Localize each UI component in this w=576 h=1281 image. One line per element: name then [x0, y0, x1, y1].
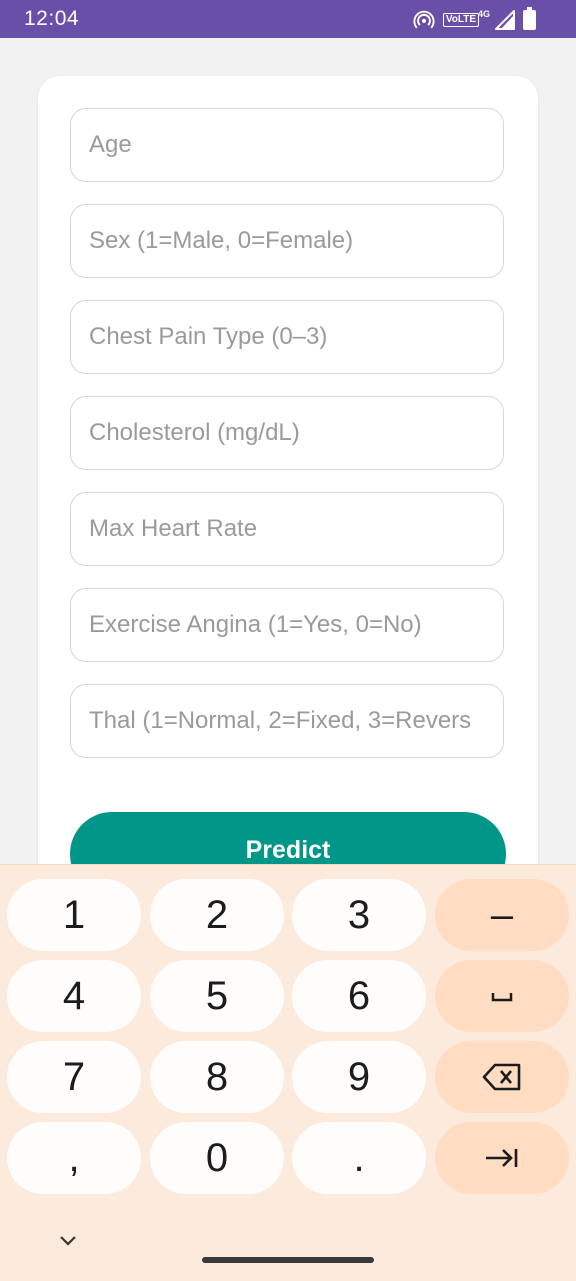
key-backspace[interactable] [435, 1041, 569, 1113]
key-1[interactable]: 1 [7, 879, 141, 951]
status-time: 12:04 [24, 7, 80, 30]
chest-pain-type-input[interactable] [71, 301, 503, 373]
key-2[interactable]: 2 [150, 879, 284, 951]
key-0[interactable]: 0 [150, 1122, 284, 1194]
sex-field[interactable] [70, 204, 504, 278]
key-period[interactable]: . [292, 1122, 426, 1194]
volte-badge: VoLTE 4G [442, 9, 490, 27]
space-icon [491, 993, 513, 1002]
key-5[interactable]: 5 [150, 960, 284, 1032]
exercise-angina-field[interactable] [70, 588, 504, 662]
key-9[interactable]: 9 [292, 1041, 426, 1113]
numeric-keyboard: 1 2 3 – 4 5 6 7 8 9 , 0 . [0, 864, 576, 1281]
key-space[interactable] [435, 960, 569, 1032]
volte-label: VoLTE [445, 14, 476, 25]
backspace-icon [482, 1063, 521, 1091]
key-comma[interactable]: , [7, 1122, 141, 1194]
thal-input[interactable] [71, 685, 503, 757]
exercise-angina-input[interactable] [71, 589, 503, 661]
max-heart-rate-field[interactable] [70, 492, 504, 566]
age-input[interactable] [71, 109, 503, 181]
cholesterol-field[interactable] [70, 396, 504, 470]
chevron-down-icon[interactable] [56, 1228, 80, 1252]
key-4[interactable]: 4 [7, 960, 141, 1032]
age-field[interactable] [70, 108, 504, 182]
network-type-label: 4G [477, 9, 490, 19]
status-bar: 12:04 VoLTE 4G [0, 0, 576, 38]
prediction-form-card: Predict [38, 76, 538, 916]
chest-pain-type-field[interactable] [70, 300, 504, 374]
tab-icon [486, 1149, 518, 1167]
key-7[interactable]: 7 [7, 1041, 141, 1113]
status-icons: VoLTE 4G [413, 7, 536, 31]
key-minus[interactable]: – [435, 879, 569, 951]
max-heart-rate-input[interactable] [71, 493, 503, 565]
navigation-handle[interactable] [202, 1257, 374, 1263]
cholesterol-input[interactable] [71, 397, 503, 469]
predict-button-label: Predict [245, 836, 331, 864]
key-8[interactable]: 8 [150, 1041, 284, 1113]
key-tab[interactable] [435, 1122, 569, 1194]
sex-input[interactable] [71, 205, 503, 277]
hotspot-icon [413, 10, 435, 29]
key-3[interactable]: 3 [292, 879, 426, 951]
thal-field[interactable] [70, 684, 504, 758]
battery-icon [523, 7, 536, 30]
key-6[interactable]: 6 [292, 960, 426, 1032]
signal-icon [495, 10, 515, 30]
